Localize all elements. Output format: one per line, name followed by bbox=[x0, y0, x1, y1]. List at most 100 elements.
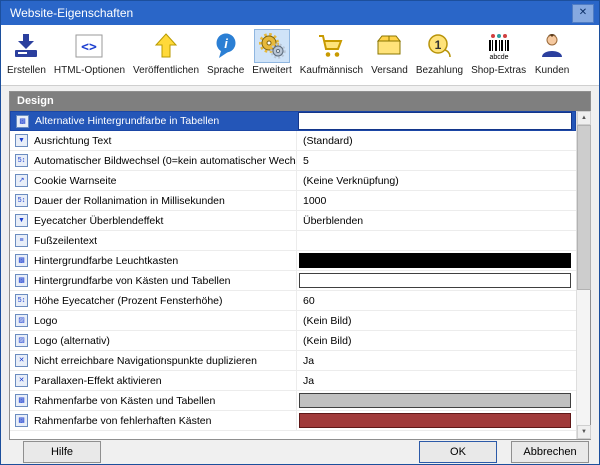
property-row[interactable]: 5↕Automatischer Bildwechsel (0=kein auto… bbox=[10, 151, 576, 171]
number-type-icon: 5↕ bbox=[15, 294, 28, 307]
toolbar-item-sprache[interactable]: iSprache bbox=[203, 28, 248, 78]
barcode-icon: abcde bbox=[481, 29, 517, 63]
property-row[interactable]: 5↕ Dauer der Rollanimation in Millisekund… bbox=[10, 191, 576, 211]
property-row[interactable]: 5↕Höhe Eyecatcher (Prozent Fensterhöhe)6… bbox=[10, 291, 576, 311]
property-value-cell[interactable]: Überblenden bbox=[297, 211, 576, 230]
property-label: Automatischer Bildwechsel (0=kein automa… bbox=[34, 155, 297, 167]
toolbar-item-kaufm-nnisch[interactable]: Kaufmännisch bbox=[296, 28, 367, 78]
toolbar-item-shop-extras[interactable]: abcde Shop-Extras bbox=[467, 28, 530, 78]
image-type-icon: ▨ bbox=[15, 334, 28, 347]
property-label: Dauer der Rollanimation in Millisekunden bbox=[34, 195, 225, 207]
property-label: Alternative Hintergrundfarbe in Tabellen bbox=[35, 115, 219, 127]
dropdown-type-icon: ▼ bbox=[15, 134, 28, 147]
toolbar-item-bezahlung[interactable]: 1Bezahlung bbox=[412, 28, 467, 78]
property-row[interactable]: ▩Rahmenfarbe von fehlerhaften Kästen bbox=[10, 411, 576, 431]
property-value-cell[interactable]: Ja bbox=[297, 351, 576, 370]
property-grid: ▩ Alternative Hintergrundfarbe in Tabelle… bbox=[10, 111, 576, 439]
property-value: 60 bbox=[303, 295, 315, 307]
property-panel: Design ▩Alternative Hintergrundfarbe in … bbox=[9, 91, 591, 440]
property-label-cell: 5↕Automatischer Bildwechsel (0=kein auto… bbox=[10, 151, 297, 170]
property-row[interactable]: ▨Logo (alternativ)(Kein Bild) bbox=[10, 331, 576, 351]
property-value-cell[interactable]: Ja bbox=[297, 371, 576, 390]
property-row[interactable]: ≡Fußzeilentext bbox=[10, 231, 576, 251]
property-value-cell[interactable] bbox=[297, 391, 576, 410]
property-row[interactable]: ✕Parallaxen-Effekt aktivierenJa bbox=[10, 371, 576, 391]
property-label-cell: ✕Parallaxen-Effekt aktivieren bbox=[10, 371, 297, 390]
property-row[interactable]: ▩Alternative Hintergrundfarbe in Tabelle… bbox=[10, 111, 576, 131]
scroll-up-icon[interactable]: ▲ bbox=[577, 111, 591, 125]
property-value-cell[interactable]: 1000 bbox=[297, 191, 576, 210]
property-row[interactable]: ▨ Logo (Kein Bild) bbox=[10, 311, 576, 331]
property-value: 1000 bbox=[303, 195, 326, 207]
toolbar-item-label: Kaufmännisch bbox=[300, 65, 363, 76]
property-row[interactable]: ✕Nicht erreichbare Navigationspunkte dup… bbox=[10, 351, 576, 371]
property-value-cell[interactable]: (Standard) bbox=[297, 131, 576, 150]
color-swatch[interactable] bbox=[299, 413, 571, 428]
property-value: Ja bbox=[303, 355, 314, 367]
color-swatch[interactable] bbox=[299, 253, 571, 268]
svg-text:<>: <> bbox=[82, 40, 98, 55]
titlebar: Website-Eigenschaften ✕ bbox=[1, 1, 599, 25]
toolbar-item-label: Sprache bbox=[207, 65, 244, 76]
toolbar-item-ver-ffentlichen[interactable]: Veröffentlichen bbox=[129, 28, 203, 78]
scrollbar-thumb[interactable] bbox=[577, 125, 591, 290]
property-value: (Keine Verknüpfung) bbox=[303, 175, 399, 187]
property-value-cell[interactable] bbox=[298, 112, 575, 130]
number-type-icon: 5↕ bbox=[15, 194, 28, 207]
property-label-cell: ≡Fußzeilentext bbox=[10, 231, 297, 250]
property-label-cell: ▼Ausrichtung Text bbox=[10, 131, 297, 150]
toolbar-item-label: Versand bbox=[371, 65, 408, 76]
property-value: 5 bbox=[303, 155, 309, 167]
property-value-cell[interactable] bbox=[297, 231, 576, 250]
color-swatch[interactable] bbox=[299, 393, 571, 408]
close-icon[interactable]: ✕ bbox=[572, 4, 594, 23]
property-value-cell[interactable]: (Keine Verknüpfung) bbox=[297, 171, 576, 190]
toolbar-item-erstellen[interactable]: Erstellen bbox=[3, 28, 50, 78]
ok-button[interactable]: OK bbox=[419, 441, 497, 463]
toolbar-item-kunden[interactable]: Kunden bbox=[530, 28, 574, 78]
toolbar-item-label: Veröffentlichen bbox=[133, 65, 199, 76]
cancel-button[interactable]: Abbrechen bbox=[511, 441, 589, 463]
toolbar-item-label: Erweitert bbox=[252, 65, 291, 76]
property-value-cell[interactable]: (Kein Bild) bbox=[297, 331, 576, 350]
property-value-input[interactable] bbox=[298, 112, 572, 130]
property-label: Logo bbox=[34, 315, 57, 327]
property-row[interactable]: ↗Cookie Warnseite (Keine Verknüpfung) bbox=[10, 171, 576, 191]
footer: Hilfe OK Abbrechen bbox=[1, 440, 599, 464]
property-value-cell[interactable]: (Kein Bild) bbox=[297, 311, 576, 330]
toolbar-item-html-optionen[interactable]: <>HTML-Optionen bbox=[50, 28, 129, 78]
property-row[interactable]: ▩Rahmenfarbe von Kästen und Tabellen bbox=[10, 391, 576, 411]
property-value: (Kein Bild) bbox=[303, 335, 351, 347]
toolbar-item-erweitert[interactable]: Erweitert bbox=[248, 28, 295, 78]
property-value-cell[interactable] bbox=[297, 411, 576, 430]
property-value-cell[interactable] bbox=[297, 251, 576, 270]
property-value: (Standard) bbox=[303, 135, 353, 147]
gears-icon bbox=[254, 29, 290, 63]
property-row[interactable]: ▼Ausrichtung Text (Standard) bbox=[10, 131, 576, 151]
property-label-cell: ↗Cookie Warnseite bbox=[10, 171, 297, 190]
toolbar-item-versand[interactable]: Versand bbox=[367, 28, 412, 78]
image-type-icon: ▨ bbox=[15, 314, 28, 327]
create-icon bbox=[8, 29, 44, 63]
toolbar-item-label: Shop-Extras bbox=[471, 65, 526, 76]
color-type-icon: ▩ bbox=[15, 414, 28, 427]
property-value: (Kein Bild) bbox=[303, 315, 351, 327]
property-row[interactable]: ▩Hintergrundfarbe Leuchtkasten bbox=[10, 251, 576, 271]
property-value-cell[interactable]: 5 bbox=[297, 151, 576, 170]
property-value-cell[interactable]: 60 bbox=[297, 291, 576, 310]
property-row[interactable]: ▼Eyecatcher ÜberblendeffektÜberblenden bbox=[10, 211, 576, 231]
toolbar-item-label: Kunden bbox=[535, 65, 569, 76]
publish-arrow-icon bbox=[148, 29, 184, 63]
svg-text:1: 1 bbox=[435, 38, 442, 52]
color-swatch[interactable] bbox=[299, 273, 571, 288]
property-row[interactable]: ▩Hintergrundfarbe von Kästen und Tabelle… bbox=[10, 271, 576, 291]
link-type-icon: ↗ bbox=[15, 174, 28, 187]
property-value-cell[interactable] bbox=[297, 271, 576, 290]
property-label-cell: ▩Hintergrundfarbe von Kästen und Tabelle… bbox=[10, 271, 297, 290]
property-label-cell: ▩Hintergrundfarbe Leuchtkasten bbox=[10, 251, 297, 270]
help-button[interactable]: Hilfe bbox=[23, 441, 101, 463]
property-label: Rahmenfarbe von Kästen und Tabellen bbox=[34, 395, 215, 407]
vertical-scrollbar[interactable]: ▲ ▼ bbox=[576, 111, 590, 439]
scroll-down-icon[interactable]: ▼ bbox=[577, 425, 591, 439]
toolbar-item-label: Erstellen bbox=[7, 65, 46, 76]
